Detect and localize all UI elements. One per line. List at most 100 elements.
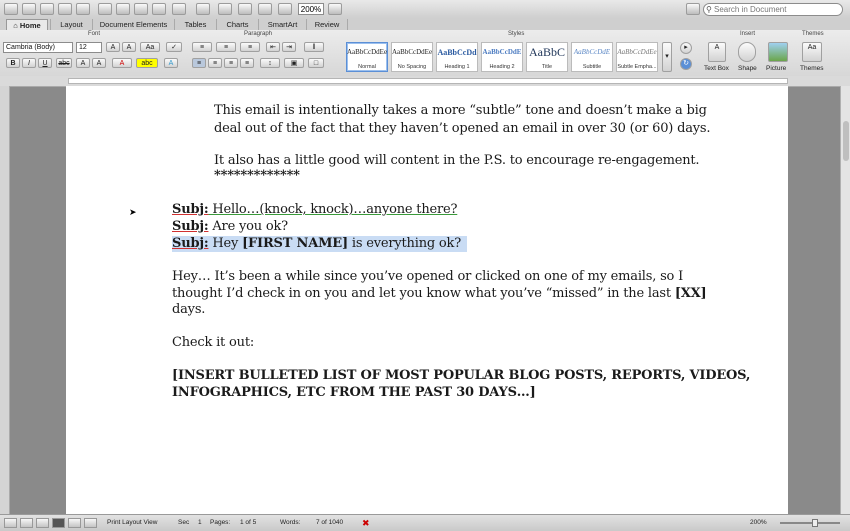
save-icon[interactable] xyxy=(58,3,72,15)
cut-icon[interactable] xyxy=(98,3,112,15)
style-heading-1[interactable]: AaBbCcDd Heading 1 xyxy=(436,42,478,72)
bullets-icon[interactable]: ≡ xyxy=(192,42,212,52)
subscript-icon[interactable]: A xyxy=(92,58,106,68)
columns-icon[interactable]: ‖ xyxy=(304,42,324,52)
open-icon[interactable] xyxy=(40,3,54,15)
picture-label[interactable]: Picture xyxy=(766,65,786,72)
paragraph-line: deal out of the fact that they haven’t o… xyxy=(214,121,711,136)
paragraph-group-label: Paragraph xyxy=(244,31,273,37)
styles-group-label: Styles xyxy=(508,31,525,37)
font-group-label: Font xyxy=(88,31,101,37)
search-input[interactable]: ⚲ Search in Document xyxy=(703,3,843,16)
styles-next-icon[interactable]: ▸ xyxy=(680,42,692,54)
notebook-view-icon[interactable] xyxy=(68,518,81,528)
shape-icon[interactable] xyxy=(738,42,756,62)
focus-view-icon[interactable] xyxy=(84,518,97,528)
sidebar-icon[interactable] xyxy=(238,3,252,15)
increase-indent-icon[interactable]: ⇥ xyxy=(282,42,296,52)
redo-icon[interactable] xyxy=(196,3,210,15)
text-box-icon[interactable]: A xyxy=(708,42,726,62)
align-center-icon[interactable]: ≡ xyxy=(208,58,222,68)
italic-button[interactable]: I xyxy=(22,58,36,68)
shading-icon[interactable]: ▣ xyxy=(284,58,304,68)
zoom-slider[interactable] xyxy=(780,522,840,524)
bold-button[interactable]: B xyxy=(6,58,20,68)
ruler-track[interactable] xyxy=(68,78,788,84)
zoom-field[interactable]: 200% xyxy=(298,3,324,15)
text-box-label[interactable]: Text Box xyxy=(704,65,729,72)
tab-smartart[interactable]: SmartArt xyxy=(258,19,306,30)
view-name: Print Layout View xyxy=(107,519,158,526)
underline-button[interactable]: U xyxy=(38,58,52,68)
strikethrough-button[interactable]: abc xyxy=(56,58,72,68)
section-value: 1 xyxy=(198,519,202,526)
justify-icon[interactable]: ≡ xyxy=(240,58,254,68)
style-normal-label: Normal xyxy=(358,64,376,70)
document-page[interactable]: This email is intentionally takes a more… xyxy=(66,86,788,514)
ribbon: Font Paragraph Styles Insert Themes Camb… xyxy=(0,30,850,77)
proofing-error-icon[interactable]: ✖ xyxy=(362,515,370,531)
font-color-icon[interactable]: A xyxy=(112,58,132,68)
picture-icon[interactable] xyxy=(768,42,788,62)
tab-review[interactable]: Review xyxy=(306,19,348,30)
align-right-icon[interactable]: ≡ xyxy=(224,58,238,68)
clear-formatting-icon[interactable]: ✓ xyxy=(166,42,182,52)
help-icon[interactable] xyxy=(328,3,342,15)
toolbox-icon[interactable] xyxy=(258,3,272,15)
borders-icon[interactable]: □ xyxy=(308,58,324,68)
home-icon: ⌂ xyxy=(13,21,18,30)
shrink-font-icon[interactable]: A xyxy=(122,42,136,52)
font-name-field[interactable]: Cambria (Body) xyxy=(3,42,73,53)
tab-charts[interactable]: Charts xyxy=(216,19,258,30)
align-left-icon[interactable]: ≡ xyxy=(192,58,206,68)
zoom-slider-thumb[interactable] xyxy=(812,519,818,527)
outline-view-icon[interactable] xyxy=(20,518,33,528)
highlight-icon[interactable]: abc xyxy=(136,58,158,68)
style-subtle-emphasis[interactable]: AaBbCcDdEe Subtle Empha... xyxy=(616,42,658,72)
style-heading-2-sample: AaBbCcDdE xyxy=(482,48,522,56)
themes-label[interactable]: Themes xyxy=(800,65,823,72)
numbering-icon[interactable]: ≡ xyxy=(216,42,236,52)
style-no-spacing[interactable]: AaBbCcDdEe No Spacing xyxy=(391,42,433,72)
new-document-icon[interactable] xyxy=(4,3,18,15)
styles-scroll-icon[interactable]: ▾ xyxy=(662,42,672,72)
copy-icon[interactable] xyxy=(116,3,130,15)
tab-tables[interactable]: Tables xyxy=(174,19,216,30)
themes-icon[interactable]: Aa xyxy=(802,42,822,62)
style-heading-2[interactable]: AaBbCcDdE Heading 2 xyxy=(481,42,523,72)
undo-icon[interactable] xyxy=(172,3,186,15)
scroll-thumb[interactable] xyxy=(843,121,849,161)
media-browser-icon[interactable] xyxy=(278,3,292,15)
style-subtitle[interactable]: AaBbCcDdE Subtitle xyxy=(571,42,613,72)
words-value: 7 of 1040 xyxy=(316,519,344,526)
line-spacing-icon[interactable]: ↕ xyxy=(260,58,280,68)
print-layout-view-icon[interactable] xyxy=(52,518,65,528)
subj-label: Subj: xyxy=(172,219,209,234)
templates-icon[interactable] xyxy=(22,3,36,15)
font-size-field[interactable]: 12 xyxy=(76,42,102,53)
format-painter-icon[interactable] xyxy=(152,3,166,15)
pilcrow-icon[interactable] xyxy=(218,3,232,15)
print-icon[interactable] xyxy=(76,3,90,15)
tab-document-elements[interactable]: Document Elements xyxy=(92,19,174,30)
body-text: thought I’d check in on you and let you … xyxy=(172,286,675,301)
draft-view-icon[interactable] xyxy=(4,518,17,528)
text-effects-icon[interactable]: A xyxy=(164,58,178,68)
style-normal[interactable]: AaBbCcDdEe Normal xyxy=(346,42,388,72)
grow-font-icon[interactable]: A xyxy=(106,42,120,52)
shape-label[interactable]: Shape xyxy=(738,65,757,72)
styles-pane-icon[interactable]: ↻ xyxy=(680,58,692,70)
multilevel-list-icon[interactable]: ≡ xyxy=(240,42,260,52)
tab-home[interactable]: ⌂ Home xyxy=(6,19,48,30)
vertical-scrollbar[interactable] xyxy=(840,86,850,514)
decrease-indent-icon[interactable]: ⇤ xyxy=(266,42,280,52)
change-case-icon[interactable]: Aa xyxy=(140,42,160,52)
superscript-icon[interactable]: A xyxy=(76,58,90,68)
style-title[interactable]: AaBbC Title xyxy=(526,42,568,72)
tab-layout[interactable]: Layout xyxy=(50,19,92,30)
cursor-icon: ➤ xyxy=(129,207,137,217)
paste-icon[interactable] xyxy=(134,3,148,15)
publishing-view-icon[interactable] xyxy=(36,518,49,528)
search-options-icon[interactable] xyxy=(686,3,700,15)
subj-text: Are you ok? xyxy=(208,219,288,234)
